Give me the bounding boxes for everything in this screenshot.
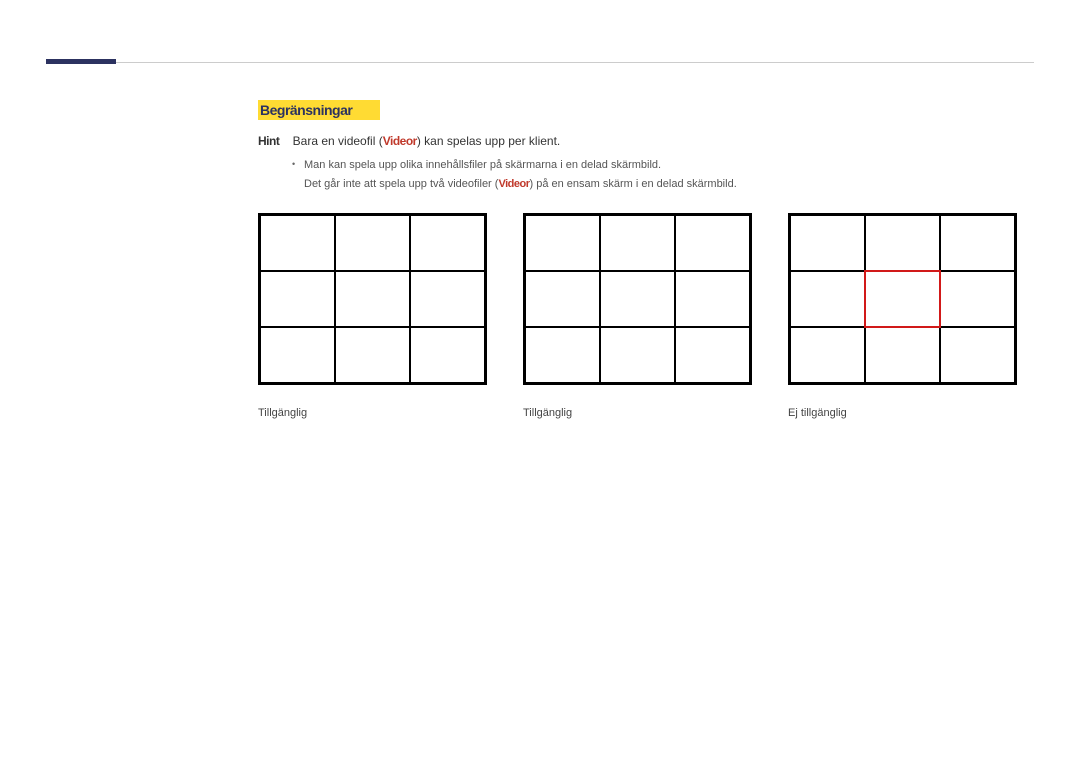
grid-cell-highlighted <box>864 270 941 328</box>
grid-cell <box>675 271 750 327</box>
grid-cell <box>410 271 485 327</box>
grid-cell <box>675 215 750 271</box>
grid-cell <box>525 271 600 327</box>
grid-cell <box>335 215 410 271</box>
section-title: Begränsningar <box>258 100 380 120</box>
bullet-sub-before: Det går inte att spela upp två videofile… <box>304 178 498 190</box>
topbar-accent <box>46 59 116 64</box>
grid-cell <box>600 327 675 383</box>
grid-cell <box>790 271 865 327</box>
bullet-text: Man kan spela upp olika innehållsfiler p… <box>304 159 661 171</box>
grid-cell <box>410 327 485 383</box>
grid-block-3: Ej tillgänglig <box>788 213 1013 419</box>
content: Begränsningar Hint Bara en videofil (Vid… <box>258 100 1034 419</box>
grid-caption-3: Ej tillgänglig <box>788 407 1013 419</box>
grid-cell <box>335 327 410 383</box>
grid-cell <box>260 215 335 271</box>
bullet-item-sub: Det går inte att spela upp två videofile… <box>292 175 1034 194</box>
grid-block-2: Tillgänglig <box>523 213 748 419</box>
grid-caption-2: Tillgänglig <box>523 407 748 419</box>
page: Begränsningar Hint Bara en videofil (Vid… <box>0 0 1080 763</box>
grid-cell <box>410 215 485 271</box>
intro-text-after: ) kan spelas upp per klient. <box>417 134 560 148</box>
grid-cell <box>865 327 940 383</box>
bullet-sub-after: ) på en ensam skärm i en delad skärmbild… <box>529 178 736 190</box>
grid-cell <box>525 215 600 271</box>
grid-cell <box>600 271 675 327</box>
grid-cell <box>940 327 1015 383</box>
grid-cell <box>940 215 1015 271</box>
grid-block-1: Tillgänglig <box>258 213 483 419</box>
grid-row: Tillgänglig Tillgänglig <box>258 213 1034 419</box>
bullet-item: Man kan spela upp olika innehållsfiler p… <box>292 156 1034 175</box>
grid-cell <box>260 271 335 327</box>
intro-text-before: Bara en videofil ( <box>293 134 383 148</box>
grid-cell <box>525 327 600 383</box>
bullet-sub-highlight: Videor <box>498 178 529 190</box>
topbar-rule <box>46 62 1034 63</box>
grid-cell <box>790 215 865 271</box>
grid-cell <box>600 215 675 271</box>
grid-cell <box>940 271 1015 327</box>
grid-cell <box>675 327 750 383</box>
grid-1 <box>258 213 487 385</box>
grid-cell <box>865 215 940 271</box>
grid-cell <box>260 327 335 383</box>
intro-line: Hint Bara en videofil (Videor) kan spela… <box>258 134 1034 148</box>
bullet-list: Man kan spela upp olika innehållsfiler p… <box>258 156 1034 193</box>
intro-highlight: Videor <box>383 134 417 148</box>
grid-3 <box>788 213 1017 385</box>
grid-caption-1: Tillgänglig <box>258 407 483 419</box>
intro-label: Hint <box>258 134 279 148</box>
grid-2 <box>523 213 752 385</box>
grid-cell <box>335 271 410 327</box>
grid-cell <box>790 327 865 383</box>
